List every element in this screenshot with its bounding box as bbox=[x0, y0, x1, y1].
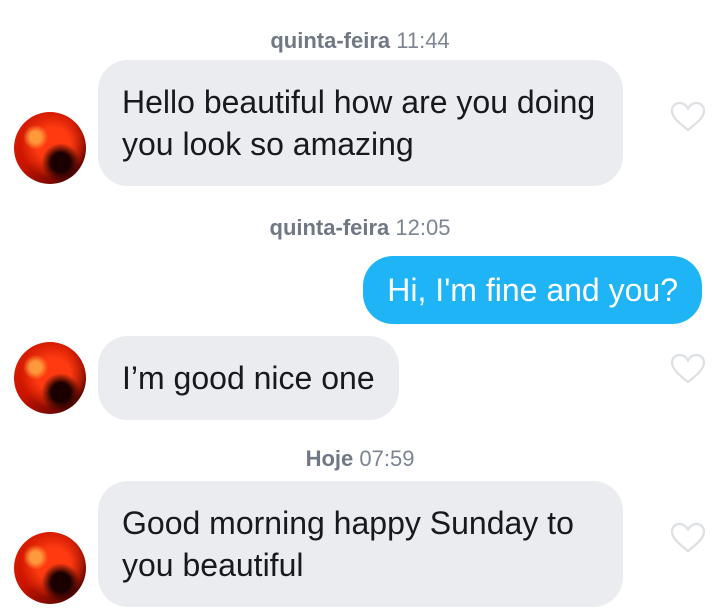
timestamp-time: 07:59 bbox=[359, 446, 415, 471]
heart-outline-icon[interactable] bbox=[670, 353, 706, 385]
outgoing-message-bubble[interactable]: Hi, I'm fine and you? bbox=[363, 256, 702, 324]
timestamp-time: 11:44 bbox=[396, 28, 450, 53]
sender-avatar[interactable] bbox=[14, 532, 86, 604]
message-text: Hello beautiful how are you doing you lo… bbox=[122, 84, 596, 162]
timestamp-day: Hoje bbox=[305, 446, 354, 471]
timestamp-time: 12:05 bbox=[395, 215, 451, 240]
timestamp-day: quinta-feira bbox=[270, 28, 391, 53]
message-text: Hi, I'm fine and you? bbox=[387, 272, 678, 308]
chat-screen: { "messages": [ { "kind": "timestamp", "… bbox=[0, 0, 720, 616]
message-text: I’m good nice one bbox=[122, 360, 375, 396]
timestamp-day: quinta-feira bbox=[269, 215, 390, 240]
incoming-message-bubble[interactable]: I’m good nice one bbox=[98, 336, 399, 420]
sender-avatar[interactable] bbox=[14, 342, 86, 414]
timestamp: quinta-feira 11:44 bbox=[0, 28, 720, 54]
sender-avatar[interactable] bbox=[14, 112, 86, 184]
incoming-message-bubble[interactable]: Good morning happy Sunday to you beautif… bbox=[98, 481, 623, 607]
heart-outline-icon[interactable] bbox=[670, 101, 706, 133]
heart-outline-icon[interactable] bbox=[670, 522, 706, 554]
timestamp: quinta-feira 12:05 bbox=[0, 215, 720, 241]
message-text: Good morning happy Sunday to you beautif… bbox=[122, 505, 574, 583]
incoming-message-bubble[interactable]: Hello beautiful how are you doing you lo… bbox=[98, 60, 623, 186]
timestamp: Hoje 07:59 bbox=[0, 446, 720, 472]
